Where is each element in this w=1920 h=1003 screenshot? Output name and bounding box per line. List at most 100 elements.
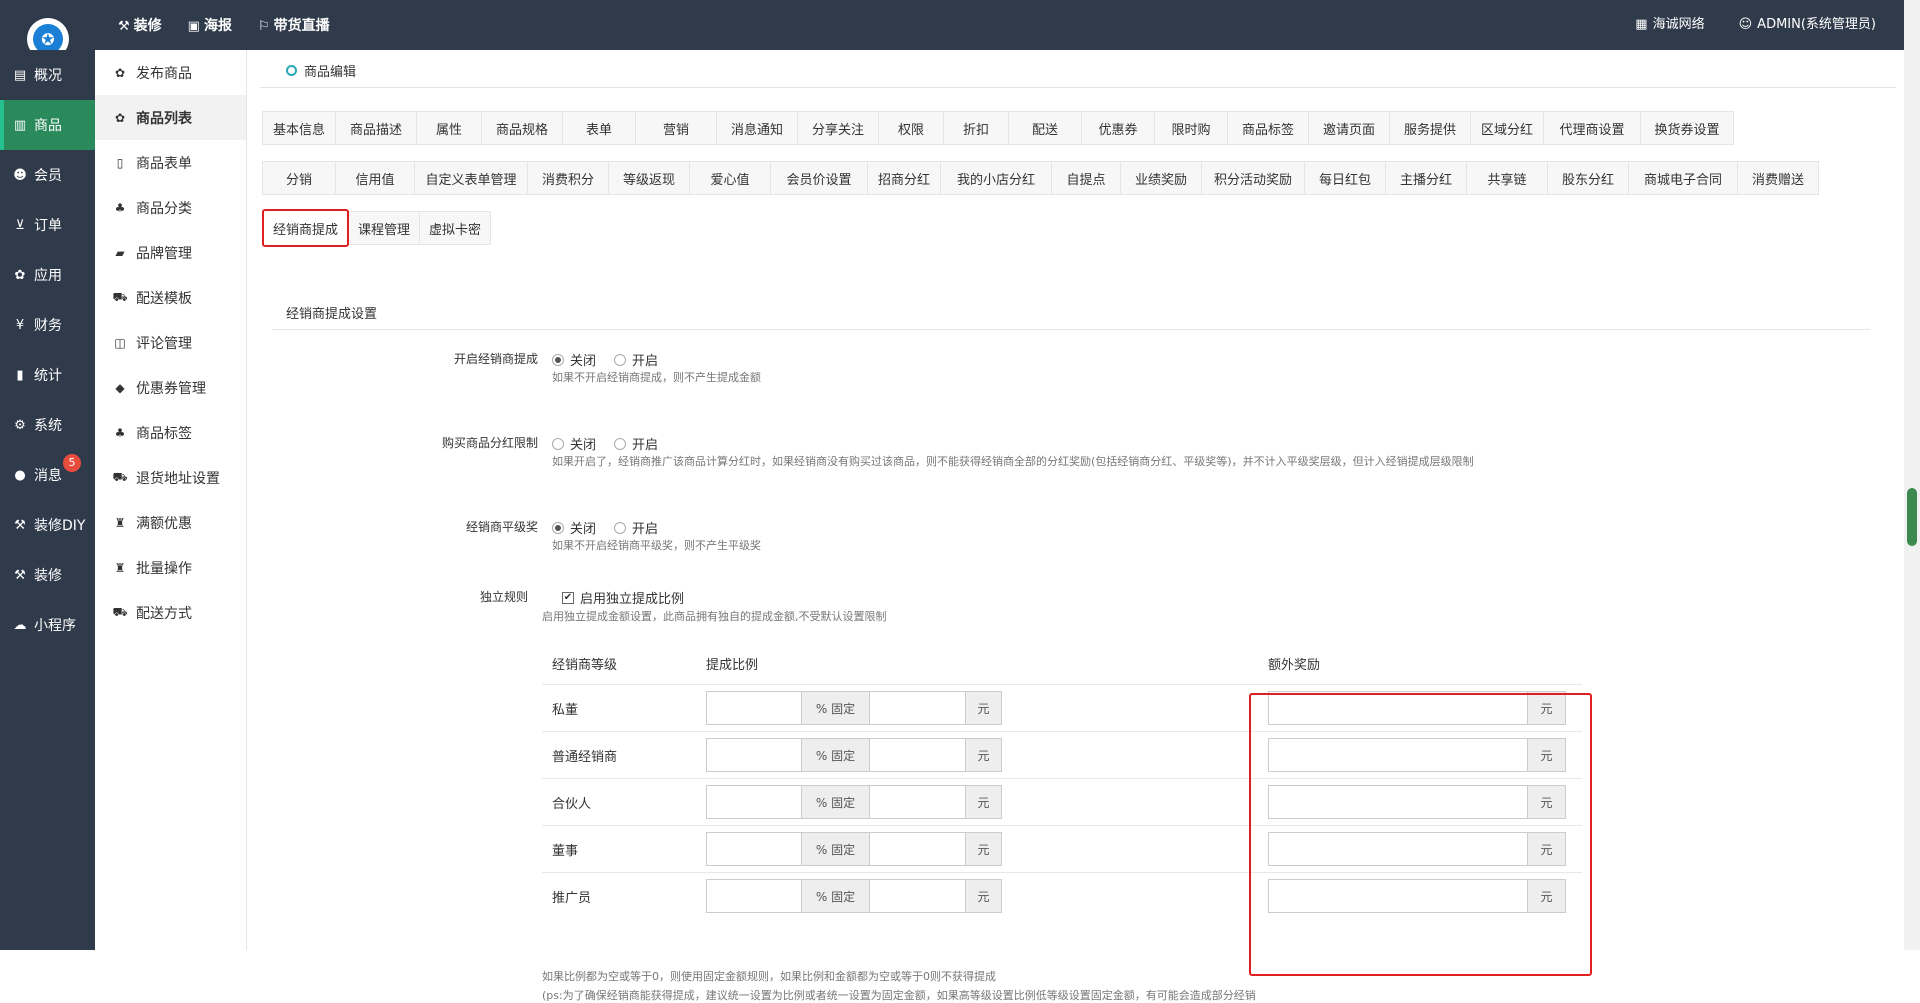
tab[interactable]: 商品标签: [1227, 111, 1309, 145]
tab[interactable]: 招商分红: [867, 161, 941, 195]
top-nav-item[interactable]: ▣ 海报: [188, 15, 232, 35]
subnav-item[interactable]: ♣ 商品分类: [95, 185, 246, 230]
independent-rule-checkbox[interactable]: ✔ 启用独立提成比例: [562, 588, 684, 607]
sidebar-item[interactable]: ⚒ 装修: [0, 550, 95, 600]
wechat-icon: ☁: [13, 617, 27, 633]
subnav-item[interactable]: ♜ 批量操作: [95, 545, 246, 590]
ratio-percent-input[interactable]: [706, 785, 802, 819]
sidebar-item[interactable]: ⚒ 装修DIY: [0, 500, 95, 550]
tab[interactable]: 主播分红: [1385, 161, 1467, 195]
tab[interactable]: 营销: [635, 111, 717, 145]
page-scrollbar[interactable]: [1904, 0, 1920, 950]
radio-option[interactable]: 关闭: [552, 434, 596, 453]
ratio-fixed-input[interactable]: [870, 738, 966, 772]
subnav-item[interactable]: ♣ 商品标签: [95, 410, 246, 455]
subnav-item[interactable]: ✿ 商品列表: [95, 95, 246, 140]
subnav-item[interactable]: ▰ 品牌管理: [95, 230, 246, 275]
tab[interactable]: 区域分红: [1470, 111, 1544, 145]
tab[interactable]: 共享链: [1466, 161, 1548, 195]
radio-icon[interactable]: [552, 353, 564, 366]
tab[interactable]: 邀请页面: [1308, 111, 1390, 145]
tab[interactable]: 消费赠送: [1737, 161, 1819, 195]
tab[interactable]: 属性: [416, 111, 482, 145]
tab[interactable]: 换货券设置: [1640, 111, 1734, 145]
tab[interactable]: 虚拟卡密: [419, 211, 492, 245]
tab[interactable]: 消费积分: [527, 161, 609, 195]
subnav-item[interactable]: ✿ 发布商品: [95, 50, 246, 95]
radio-icon[interactable]: [614, 353, 627, 366]
radio-option[interactable]: 开启: [614, 434, 658, 453]
tab[interactable]: 商城电子合同: [1628, 161, 1738, 195]
ratio-percent-input[interactable]: [706, 738, 802, 772]
tab[interactable]: 限时购: [1154, 111, 1228, 145]
tab[interactable]: 商品规格: [481, 111, 563, 145]
tab[interactable]: 表单: [562, 111, 636, 145]
scrollbar-thumb[interactable]: [1907, 488, 1917, 546]
ratio-percent-input[interactable]: [706, 879, 802, 913]
radio-option[interactable]: 关闭: [552, 350, 596, 369]
subnav-item[interactable]: ▯ 商品表单: [95, 140, 246, 185]
ratio-fixed-input[interactable]: [870, 832, 966, 866]
tab[interactable]: 爱心值: [689, 161, 771, 195]
tab[interactable]: 配送: [1008, 111, 1082, 145]
subnav-item[interactable]: ⛟ 配送模板: [95, 275, 246, 320]
sidebar-item[interactable]: ▥ 商品: [0, 100, 95, 150]
sidebar-item[interactable]: ⊻ 订单: [0, 200, 95, 250]
tab[interactable]: 积分活动奖励: [1201, 161, 1305, 195]
tab[interactable]: 权限: [878, 111, 944, 145]
ratio-percent-input[interactable]: [706, 691, 802, 725]
sidebar-item[interactable]: ▤ 概况: [0, 50, 95, 100]
ratio-fixed-input[interactable]: [870, 691, 966, 725]
subnav-item[interactable]: ◫ 评论管理: [95, 320, 246, 365]
sidebar-item[interactable]: ☁ 小程序: [0, 600, 95, 650]
tab[interactable]: 经销商提成: [262, 209, 350, 247]
tab[interactable]: 分销: [262, 161, 336, 195]
sidebar-item[interactable]: ⚙ 系统: [0, 400, 95, 450]
file-icon: ▯: [116, 155, 124, 170]
tab[interactable]: 代理商设置: [1543, 111, 1641, 145]
tab[interactable]: 基本信息: [262, 111, 336, 145]
user-menu[interactable]: ☺ ADMIN(系统管理员): [1739, 13, 1876, 32]
top-nav-item[interactable]: ⚒ 装修: [118, 15, 162, 35]
radio-icon[interactable]: [614, 437, 627, 450]
subnav-item[interactable]: ⛟ 配送方式: [95, 590, 246, 635]
ratio-fixed-input[interactable]: [870, 785, 966, 819]
tab[interactable]: 优惠券: [1081, 111, 1155, 145]
percent-addon: % 固定: [802, 785, 870, 819]
tab[interactable]: 业绩奖励: [1120, 161, 1202, 195]
ratio-input-group: % 固定 元: [706, 832, 1002, 866]
radio-option[interactable]: 开启: [614, 518, 658, 537]
radio-icon[interactable]: [614, 521, 627, 534]
top-nav-item[interactable]: ⚐ 带货直播: [258, 15, 330, 35]
ratio-fixed-input[interactable]: [870, 879, 966, 913]
subnav-item[interactable]: ♜ 满额优惠: [95, 500, 246, 545]
radio-icon[interactable]: [552, 521, 564, 534]
ratio-percent-input[interactable]: [706, 832, 802, 866]
tab[interactable]: 服务提供: [1389, 111, 1471, 145]
tab[interactable]: 消息通知: [716, 111, 798, 145]
tab[interactable]: 信用值: [335, 161, 415, 195]
tab[interactable]: 我的小店分红: [940, 161, 1052, 195]
subnav-item[interactable]: ⛟ 退货地址设置: [95, 455, 246, 500]
tab[interactable]: 折扣: [943, 111, 1009, 145]
tab[interactable]: 自定义表单管理: [414, 161, 528, 195]
tab[interactable]: 自提点: [1051, 161, 1121, 195]
sidebar-item[interactable]: ● 消息 5: [0, 450, 95, 500]
subnav-item[interactable]: ◆ 优惠券管理: [95, 365, 246, 410]
radio-option[interactable]: 关闭: [552, 518, 596, 537]
sidebar-item[interactable]: ☻ 会员: [0, 150, 95, 200]
tab[interactable]: 等级返现: [608, 161, 690, 195]
tab[interactable]: 分享关注: [797, 111, 879, 145]
sidebar-item[interactable]: ▮ 统计: [0, 350, 95, 400]
brand-link[interactable]: ▦ 海诚网络: [1635, 13, 1704, 32]
tab[interactable]: 每日红包: [1304, 161, 1386, 195]
sidebar-item[interactable]: ¥ 财务: [0, 300, 95, 350]
checkbox-icon[interactable]: ✔: [562, 591, 574, 604]
tab[interactable]: 商品描述: [335, 111, 417, 145]
sidebar-item[interactable]: ✿ 应用: [0, 250, 95, 300]
tab[interactable]: 课程管理: [348, 211, 421, 245]
tab[interactable]: 股东分红: [1547, 161, 1629, 195]
radio-option[interactable]: 开启: [614, 350, 658, 369]
radio-icon[interactable]: [552, 437, 564, 450]
tab[interactable]: 会员价设置: [770, 161, 868, 195]
